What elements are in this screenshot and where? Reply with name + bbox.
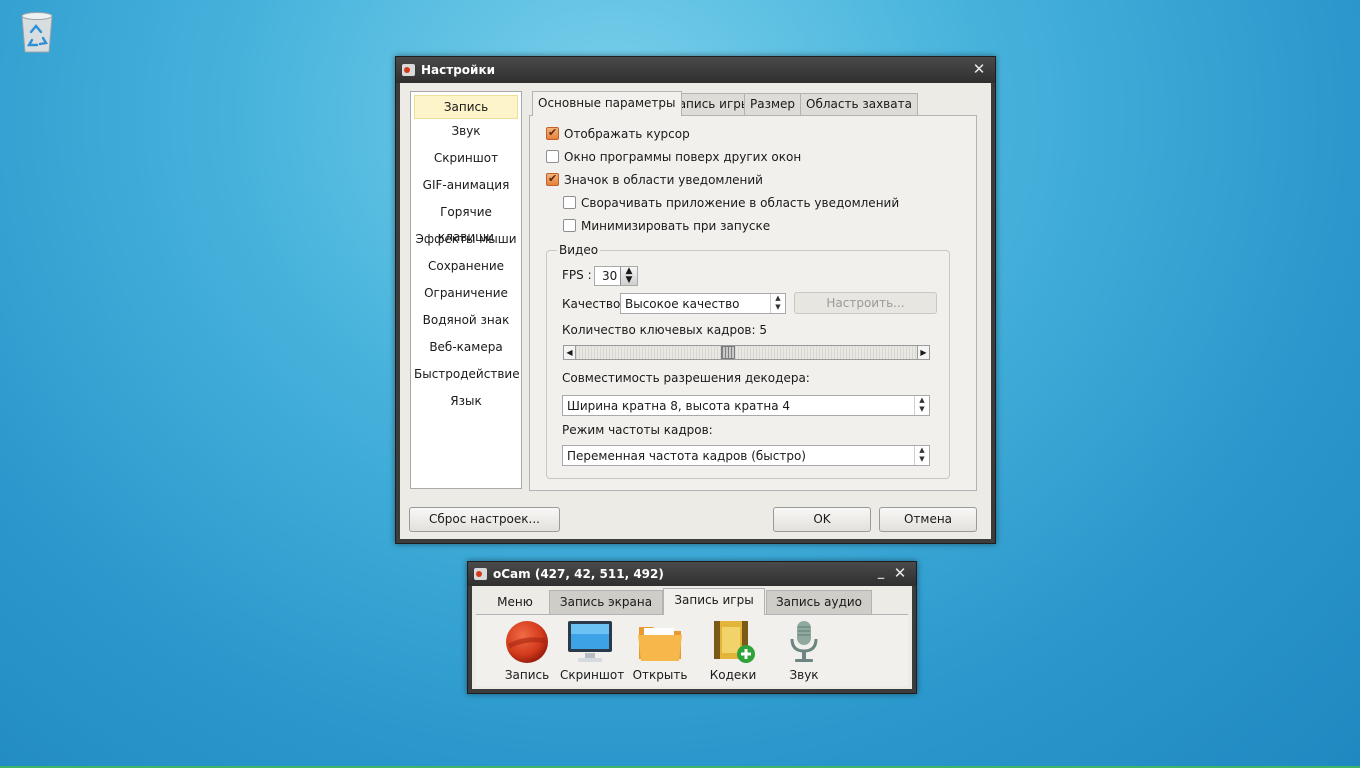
microphone-icon [790,621,818,662]
minimize-to-tray-label: Сворачивать приложение в область уведомл… [581,196,900,210]
ocam-body: Меню Запись экрана Запись игры Запись ау… [472,586,912,689]
spin-arrows-icon[interactable]: ▲ ▼ [620,267,637,285]
slider-right-arrow-icon[interactable]: ▶ [917,346,929,359]
always-on-top-label: Окно программы поверх других окон [564,150,802,164]
fps-value: 30 [602,269,618,283]
quality-label: Качество: [562,297,625,311]
cancel-button[interactable]: Отмена [879,507,977,532]
show-cursor-label: Отображать курсор [564,127,690,141]
open-button[interactable]: Открыть [630,617,690,687]
close-icon[interactable]: ✕ [971,61,987,77]
updown-arrow-icon: ▲ ▼ [770,294,785,313]
category-item-language[interactable]: Язык [414,389,518,416]
keyframes-label: Количество ключевых кадров: 5 [562,323,767,337]
checkbox-box [546,125,559,141]
framerate-mode-select[interactable]: Переменная частота кадров (быстро) ▲ ▼ [562,445,930,466]
category-item-record[interactable]: Запись [414,95,518,119]
slider-thumb[interactable] [721,346,735,359]
tray-icon-checkbox[interactable]: Значок в области уведомлений [546,171,763,190]
quality-select[interactable]: Высокое качество ▲ ▼ [620,293,786,314]
tab-strip: Основные параметры Запись игры Размер Об… [529,91,977,116]
framerate-mode-label: Режим частоты кадров: [562,423,713,437]
minimize-to-tray-checkbox[interactable]: Сворачивать приложение в область уведомл… [563,195,899,213]
screenshot-button[interactable]: Скриншот [560,617,625,687]
screenshot-label: Скриншот [560,668,625,682]
category-item-limit[interactable]: Ограничение [414,281,518,308]
category-item-screenshot[interactable]: Скриншот [414,146,518,173]
decoder-compat-value: Ширина кратна 8, высота кратна 4 [567,399,791,413]
tab-general[interactable]: Основные параметры [532,91,682,116]
category-item-watermark[interactable]: Водяной знак [414,308,518,335]
fps-label: FPS : [562,268,592,282]
video-group: Видео FPS : 30 ▲ ▼ Качество: Высокое каче… [546,243,950,479]
ocam-app-icon [402,64,415,76]
category-item-saving[interactable]: Сохранение [414,254,518,281]
folder-icon [638,627,682,661]
category-item-performance[interactable]: Быстродействие [414,362,520,389]
category-item-mouse-effects[interactable]: Эффекты мыши [414,227,518,254]
tab-panel-general: Отображать курсор Окно программы поверх … [529,115,977,491]
tab-game-recording[interactable]: Запись игры [663,588,765,615]
tab-capture-area[interactable]: Область захвата [800,93,918,115]
configure-button[interactable]: Настроить... [794,292,937,314]
minimize-icon[interactable]: _ [874,565,888,580]
minimize-on-start-checkbox[interactable]: Минимизировать при запуске [563,218,770,236]
quality-value: Высокое качество [625,297,740,311]
settings-window: Настройки ✕ Запись Звук Скриншот GIF-ани… [395,56,996,544]
codecs-button[interactable]: Кодеки [703,617,763,687]
ok-button[interactable]: OK [773,507,871,532]
sound-label: Звук [789,668,819,682]
tab-audio-recording[interactable]: Запись аудио [766,590,872,614]
slider-left-arrow-icon[interactable]: ◀ [564,346,576,359]
minimize-on-start-label: Минимизировать при запуске [581,219,771,233]
tab-screen-recording[interactable]: Запись экрана [549,590,663,614]
category-item-webcam[interactable]: Веб-камера [414,335,518,362]
video-group-legend: Видео [557,243,601,257]
checkbox-box [546,171,559,187]
monitor-icon [568,621,612,662]
record-icon [506,621,548,663]
decoder-compat-label: Совместимость разрешения декодера: [562,371,810,385]
ocam-window: oCam (427, 42, 511, 492) _ ✕ Меню Запись… [467,561,917,694]
ocam-toolbar: Запись Скриншот Открыть Кодеки Звук [476,614,908,686]
checkbox-box [563,196,576,209]
tray-icon-label: Значок в области уведомлений [564,173,763,187]
category-list: Запись Звук Скриншот GIF-анимация Горячи… [410,91,522,489]
fps-spinbox[interactable]: 30 ▲ ▼ [594,266,638,286]
category-item-gif[interactable]: GIF-анимация [414,173,518,200]
keyframes-slider[interactable]: ◀ ▶ [563,345,930,360]
reset-settings-button[interactable]: Сброс настроек... [409,507,560,532]
tab-size[interactable]: Размер [744,93,802,115]
checkbox-box [563,219,576,232]
decoder-compat-select[interactable]: Ширина кратна 8, высота кратна 4 ▲ ▼ [562,395,930,416]
sound-button[interactable]: Звук [774,617,834,687]
film-plus-icon [714,621,755,663]
settings-titlebar[interactable]: Настройки ✕ [396,57,995,83]
updown-arrow-icon: ▲ ▼ [914,446,929,465]
settings-title: Настройки [421,63,496,77]
always-on-top-checkbox[interactable]: Окно программы поверх других окон [546,149,801,167]
show-cursor-checkbox[interactable]: Отображать курсор [546,125,690,144]
framerate-mode-value: Переменная частота кадров (быстро) [567,449,806,463]
ocam-title: oCam (427, 42, 511, 492) [493,567,664,581]
settings-body: Запись Звук Скриншот GIF-анимация Горячи… [400,83,991,539]
settings-tabs: Основные параметры Запись игры Размер Об… [529,91,977,491]
category-item-sound[interactable]: Звук [414,119,518,146]
codecs-label: Кодеки [709,668,757,682]
ocam-app-icon [474,568,487,580]
category-item-hotkeys[interactable]: Горячие клавиши [414,200,518,244]
ocam-titlebar[interactable]: oCam (427, 42, 511, 492) _ ✕ [468,562,916,586]
open-label: Открыть [632,668,688,682]
close-icon[interactable]: ✕ [892,565,908,581]
updown-arrow-icon: ▲ ▼ [914,396,929,415]
record-label: Запись [504,668,550,682]
checkbox-box [546,150,559,163]
recycle-bin-icon[interactable] [16,8,58,54]
record-button[interactable]: Запись [497,617,557,687]
tab-menu[interactable]: Меню [482,590,548,614]
